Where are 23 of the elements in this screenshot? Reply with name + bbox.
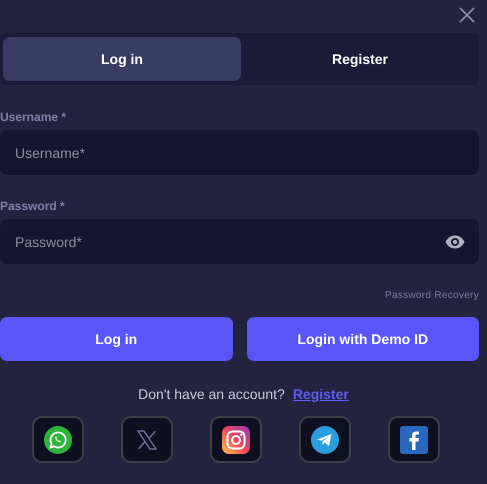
eye-icon[interactable]: [445, 234, 465, 248]
camera-icon: [222, 426, 250, 454]
paper-plane-icon: [311, 426, 339, 454]
tab[interactable]: Log in: [3, 37, 241, 81]
tab[interactable]: Register: [241, 37, 479, 81]
log-in-button[interactable]: Log in: [0, 317, 232, 361]
social-button[interactable]: [210, 416, 262, 463]
password-field[interactable]: Password*: [0, 219, 479, 264]
field-label: Password *: [0, 199, 66, 213]
social-button[interactable]: [299, 416, 351, 463]
cross-lines-icon: [136, 428, 158, 450]
register-link[interactable]: Register: [292, 386, 349, 402]
f-logo-icon: [400, 426, 428, 454]
social-button[interactable]: [388, 416, 440, 463]
close-icon: [459, 7, 475, 23]
social-button[interactable]: [32, 416, 84, 463]
password-recovery-link[interactable]: Password Recovery: [384, 290, 479, 301]
signup-prompt: Don't have an account?: [138, 386, 285, 402]
field-label: Username *: [0, 110, 68, 124]
close-button[interactable]: [458, 6, 476, 24]
demo-login-button[interactable]: Login with Demo ID: [246, 317, 479, 361]
chat-bubble-icon: [44, 426, 72, 454]
username-field[interactable]: Username*: [0, 130, 479, 175]
